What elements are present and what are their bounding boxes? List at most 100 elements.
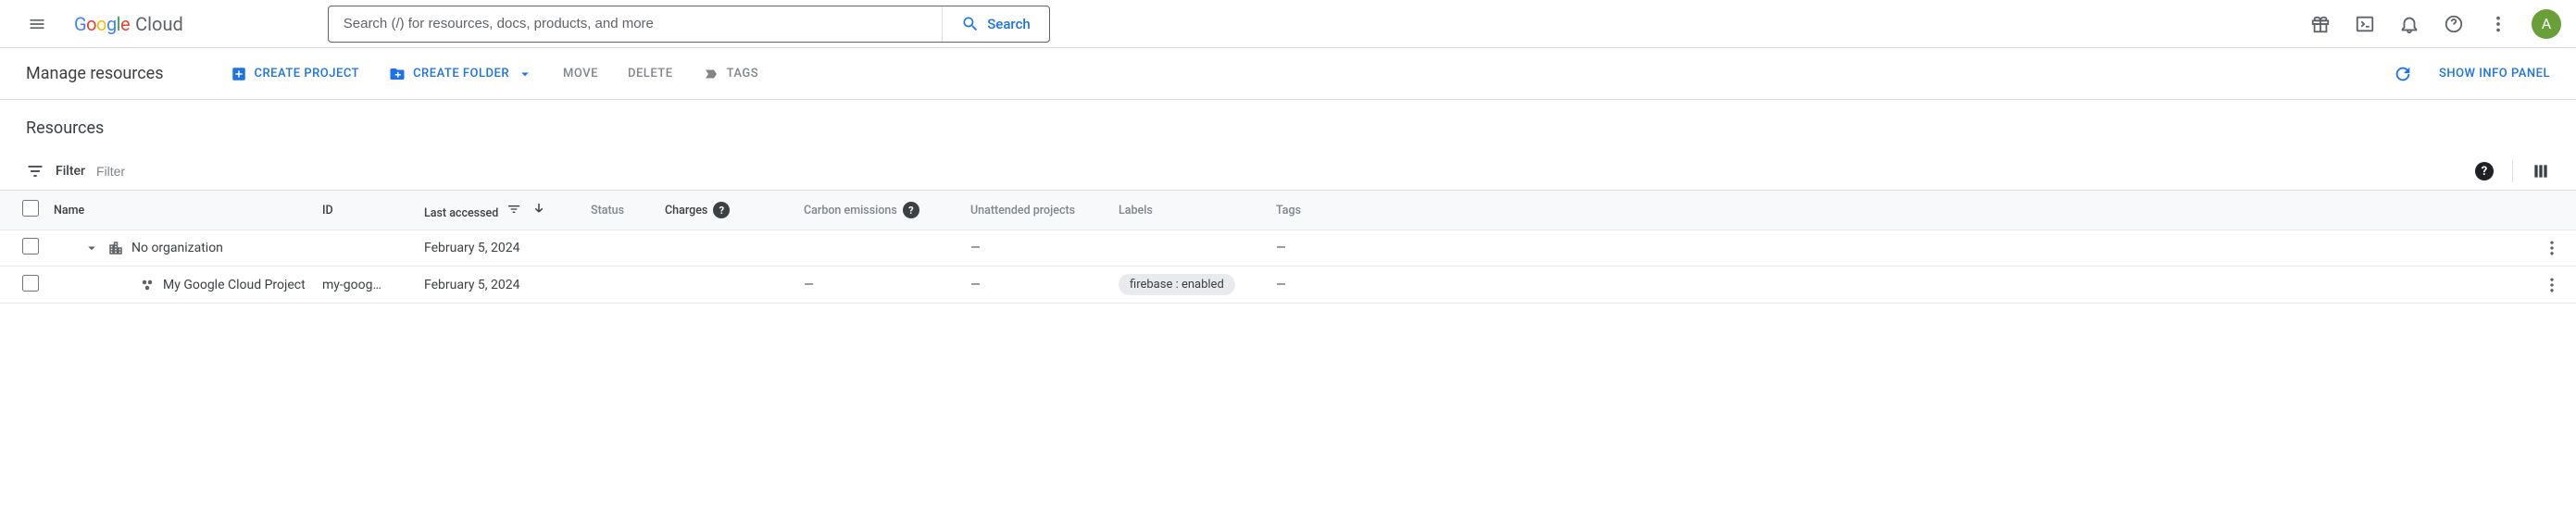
filter-label: Filter <box>56 164 85 179</box>
more-vert-icon <box>2543 239 2561 257</box>
col-status[interactable]: Status <box>583 191 657 230</box>
search-icon <box>961 15 980 33</box>
page-title: Manage resources <box>26 64 164 83</box>
section-title: Resources <box>26 118 2550 138</box>
row-checkbox[interactable] <box>22 238 39 254</box>
add-box-icon <box>231 66 247 82</box>
select-all-checkbox[interactable] <box>22 200 39 217</box>
notifications-button[interactable] <box>2391 6 2428 43</box>
row-checkbox[interactable] <box>22 275 39 292</box>
search-wrap: Search <box>328 6 1050 43</box>
row-name[interactable]: No organization <box>131 241 223 255</box>
col-name[interactable]: Name <box>46 191 315 230</box>
row-charges <box>657 230 796 267</box>
row-carbon <box>796 230 963 267</box>
chevron-down-icon <box>517 66 533 82</box>
tags-button[interactable]: TAGS <box>703 66 759 82</box>
top-header: Google Cloud Search A <box>0 0 2576 48</box>
search-button[interactable]: Search <box>942 6 1049 42</box>
resources-table: Name ID Last accessed Status Charges? Ca… <box>0 190 2576 304</box>
folder-add-icon <box>389 66 406 82</box>
table-row: No organization February 5, 2024 — — <box>0 230 2576 267</box>
logo-cloud-text: Cloud <box>135 13 183 35</box>
row-carbon: — <box>796 267 963 304</box>
arrow-down-icon <box>531 201 547 217</box>
row-tags: — <box>1269 267 2535 304</box>
show-info-panel[interactable]: SHOW INFO PANEL <box>2439 67 2550 81</box>
more-vert-icon <box>2543 276 2561 294</box>
help-icon[interactable]: ? <box>713 202 730 218</box>
row-status <box>583 267 657 304</box>
divider <box>2512 160 2513 182</box>
create-project-label: CREATE PROJECT <box>255 67 360 81</box>
move-button[interactable]: MOVE <box>563 67 598 81</box>
help-icon[interactable]: ? <box>903 202 919 218</box>
columns-icon <box>2532 162 2550 180</box>
help-icon <box>2444 14 2464 34</box>
search-box: Search <box>328 6 1050 43</box>
row-labels <box>1111 230 1269 267</box>
filter-list-icon <box>506 202 521 217</box>
gift-button[interactable] <box>2302 6 2339 43</box>
create-project-button[interactable]: CREATE PROJECT <box>231 66 360 82</box>
create-folder-button[interactable]: CREATE FOLDER <box>389 66 533 82</box>
avatar-initial: A <box>2542 15 2551 32</box>
filter-help-button[interactable]: ? <box>2475 162 2494 180</box>
column-settings-button[interactable] <box>2532 162 2550 180</box>
menu-button[interactable] <box>15 2 59 46</box>
expand-toggle[interactable] <box>83 240 100 256</box>
logo[interactable]: Google Cloud <box>74 13 183 35</box>
question-mark-icon: ? <box>2482 165 2487 179</box>
col-carbon[interactable]: Carbon emissions? <box>796 191 963 230</box>
search-button-label: Search <box>987 16 1031 32</box>
bell-icon <box>2399 14 2420 34</box>
delete-label: DELETE <box>628 67 673 81</box>
table-header-row: Name ID Last accessed Status Charges? Ca… <box>0 191 2576 230</box>
refresh-icon <box>2393 64 2413 84</box>
help-button[interactable] <box>2435 6 2472 43</box>
col-id[interactable]: ID <box>315 191 417 230</box>
page-toolbar: Manage resources CREATE PROJECT CREATE F… <box>0 48 2576 100</box>
row-unattended: — <box>963 230 1111 267</box>
row-menu-button[interactable] <box>2535 267 2576 304</box>
cloud-shell-button[interactable] <box>2346 6 2383 43</box>
row-status <box>583 230 657 267</box>
delete-button[interactable]: DELETE <box>628 67 673 81</box>
tags-label: TAGS <box>727 67 759 81</box>
chevron-down-icon <box>83 240 100 256</box>
col-labels[interactable]: Labels <box>1111 191 1269 230</box>
logo-google-text: Google <box>74 13 130 35</box>
move-label: MOVE <box>563 67 598 81</box>
col-last-accessed[interactable]: Last accessed <box>417 191 583 230</box>
search-input[interactable] <box>329 16 942 31</box>
content: Resources Filter ? Name ID Last accessed <box>0 100 2576 304</box>
row-unattended: — <box>963 267 1111 304</box>
organization-icon <box>107 240 124 256</box>
create-folder-label: CREATE FOLDER <box>413 67 509 81</box>
avatar[interactable]: A <box>2532 9 2561 39</box>
row-charges <box>657 267 796 304</box>
project-icon <box>139 277 156 293</box>
hamburger-icon <box>28 15 46 33</box>
header-icons: A <box>2302 6 2561 43</box>
more-vert-icon <box>2488 14 2508 34</box>
filter-icon <box>26 162 44 180</box>
col-tags[interactable]: Tags <box>1269 191 2535 230</box>
row-last-accessed: February 5, 2024 <box>417 230 583 267</box>
row-id: my-goog… <box>315 267 417 304</box>
col-charges[interactable]: Charges? <box>657 191 796 230</box>
table-row: My Google Cloud Project my-goog… Februar… <box>0 267 2576 304</box>
row-menu-button[interactable] <box>2535 230 2576 267</box>
terminal-icon <box>2355 14 2375 34</box>
col-unattended[interactable]: Unattended projects <box>963 191 1111 230</box>
row-name[interactable]: My Google Cloud Project <box>163 278 306 292</box>
row-id <box>315 230 417 267</box>
row-labels: firebase : enabled <box>1111 267 1269 304</box>
tag-icon <box>703 66 719 82</box>
refresh-button[interactable] <box>2393 64 2413 84</box>
filter-input[interactable] <box>96 164 2464 179</box>
row-tags: — <box>1269 230 2535 267</box>
row-last-accessed: February 5, 2024 <box>417 267 583 304</box>
more-button[interactable] <box>2480 6 2517 43</box>
label-chip[interactable]: firebase : enabled <box>1119 274 1235 295</box>
